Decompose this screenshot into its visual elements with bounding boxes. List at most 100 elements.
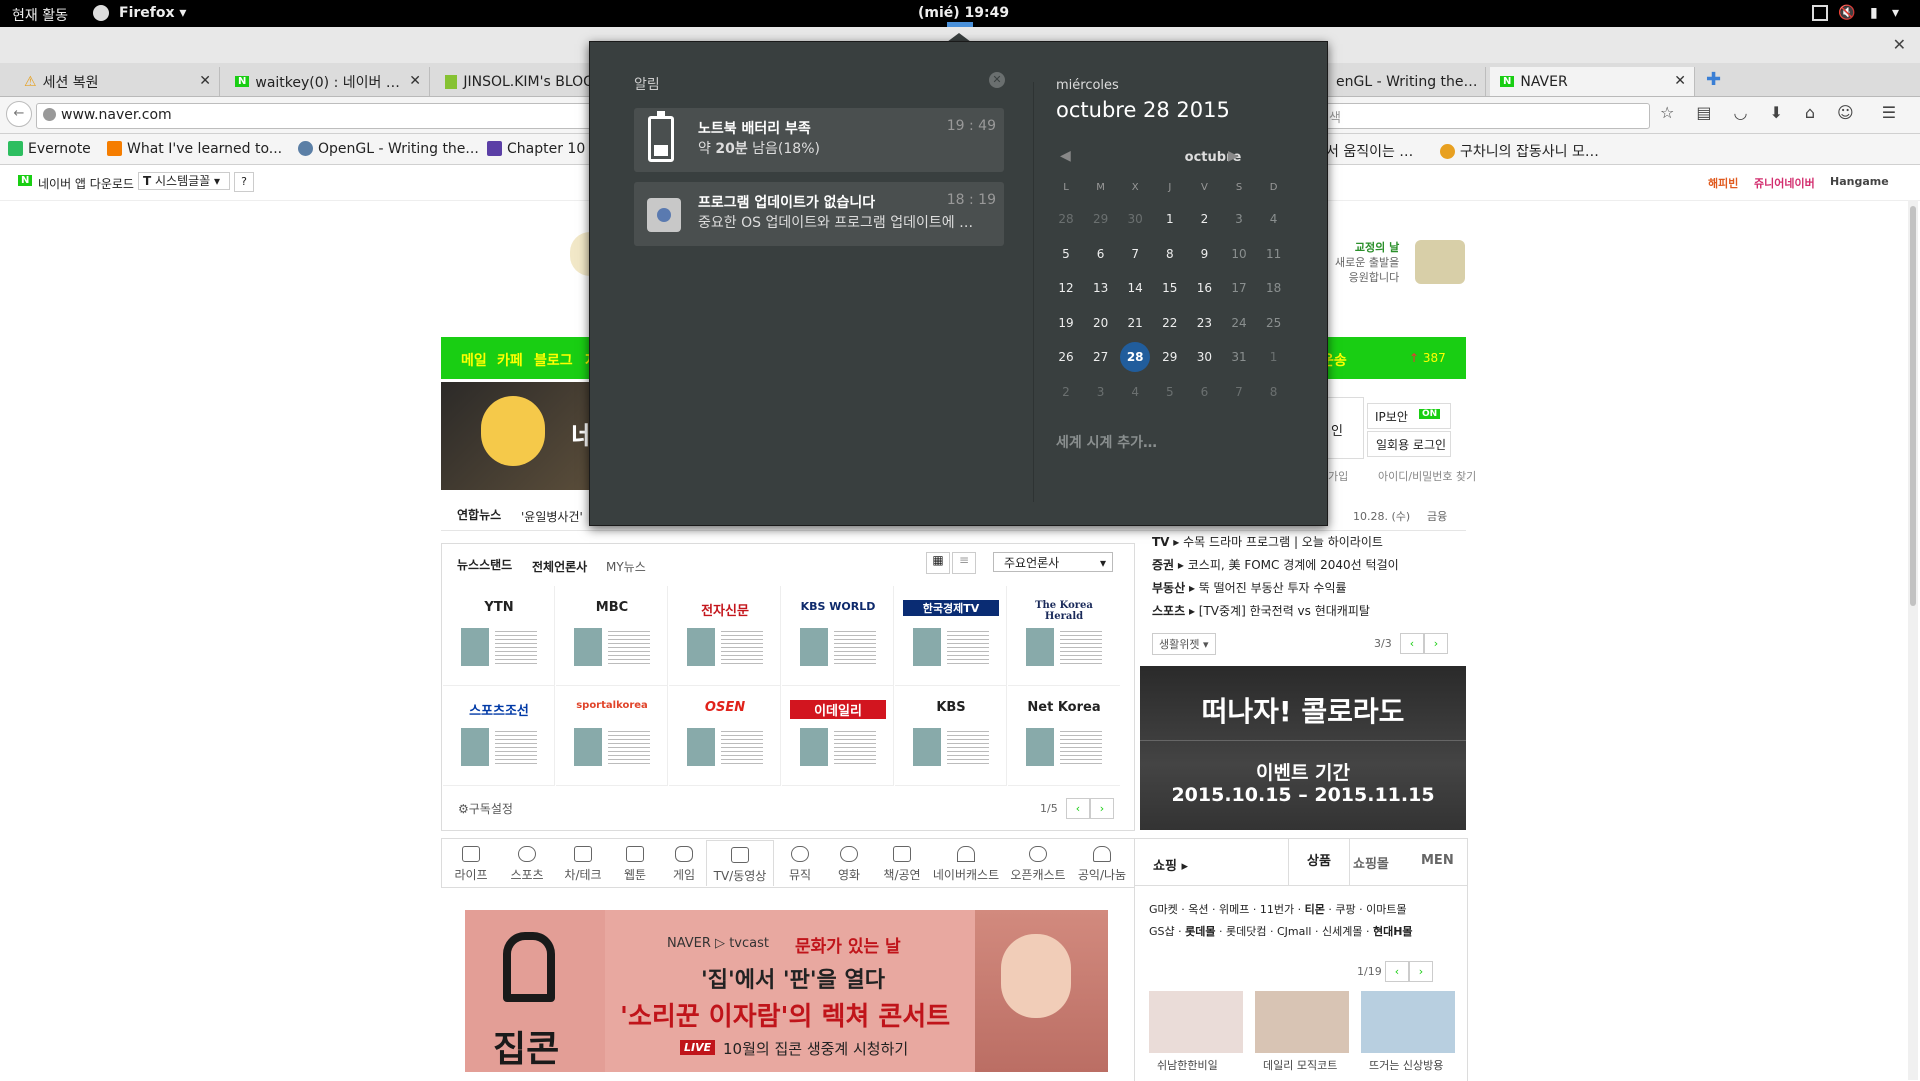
yonhap-label[interactable]: 연합뉴스 [457,506,501,523]
product-title[interactable]: 쉬남한한비일 [1157,1057,1218,1073]
press-logo-wowtv[interactable]: 한국경제TV [895,586,1007,686]
search-input[interactable]: 색 [1329,107,1341,126]
system-menu-chevron-icon[interactable]: ▾ [1892,5,1899,21]
category-music[interactable]: 뮤직 [774,846,826,883]
shop-link[interactable]: 롯데닷컴 [1226,925,1266,938]
tab-close-icon[interactable]: ✕ [199,73,211,89]
category-tv-video[interactable]: TV/동영상 [706,840,774,886]
calendar-day[interactable]: 5 [1051,239,1081,269]
calendar-day[interactable]: 29 [1086,204,1116,234]
category-game[interactable]: 게임 [658,846,710,883]
shop-link[interactable]: 이마트몰 [1366,903,1406,916]
calendar-day[interactable]: 8 [1259,377,1289,407]
close-window-icon[interactable]: ✕ [1893,35,1906,54]
calendar-day[interactable]: 10 [1224,239,1254,269]
activities-button[interactable]: 현재 활동 [12,5,68,25]
pocket-icon[interactable]: ◡ [1733,103,1747,127]
next-arrow-icon[interactable]: › [1409,961,1433,982]
join-link[interactable]: 가입 [1328,468,1348,484]
calendar-day[interactable]: 20 [1086,308,1116,338]
calendar-day[interactable]: 18 [1259,273,1289,303]
calendar-day[interactable]: 8 [1155,239,1185,269]
battery-icon[interactable]: ▮ [1870,5,1878,21]
hamburger-menu-icon[interactable]: ☰ [1882,103,1896,127]
bookmark-chapter10[interactable]: Chapter 10 - [487,141,595,157]
calendar-day[interactable]: 13 [1086,273,1116,303]
scrollbar-thumb[interactable] [1910,206,1916,606]
calendar-day[interactable]: 15 [1155,273,1185,303]
bookmark-moving[interactable]: 서 움직이는 … [1326,141,1413,161]
press-logo-mbc[interactable]: MBC [556,586,668,686]
calendar-day[interactable]: 27 [1086,342,1116,372]
tab-close-icon[interactable]: ✕ [409,73,421,89]
page-scrollbar[interactable] [1908,200,1918,1080]
list-view-icon[interactable]: ≡ [952,552,976,574]
press-logo-kbs[interactable]: KBS [895,686,1007,786]
shop-link[interactable]: 신세계몰 [1322,925,1362,938]
calendar-day[interactable]: 2 [1051,377,1081,407]
calendar-day[interactable]: 4 [1120,377,1150,407]
calendar-day[interactable]: 22 [1155,308,1185,338]
calendar-day[interactable]: 30 [1120,204,1150,234]
category-sports[interactable]: 스포츠 [501,846,553,883]
prev-month-icon[interactable]: ◀ [1060,148,1071,164]
press-logo-osen[interactable]: OSEN [669,686,781,786]
menu-cafe[interactable]: 카페 [497,350,523,370]
tab-all-press[interactable]: 전체언론사 [532,558,587,575]
calendar-day[interactable]: 26 [1051,342,1081,372]
tab-jinsol-blog[interactable]: JINSOL.KIM's BLOG [435,67,595,96]
product-thumbnail[interactable] [1255,991,1349,1053]
life-widget-button[interactable]: 생활위젯 ▾ [1152,633,1216,655]
calendar-day[interactable]: 7 [1120,239,1150,269]
category-books[interactable]: 책/공연 [874,846,930,883]
tab-malls[interactable]: 쇼핑몰 [1353,853,1389,872]
bookmark-star-icon[interactable]: ☆ [1660,103,1674,127]
tab-men[interactable]: MEN [1421,853,1454,868]
bookmark-guchani[interactable]: 구차니의 잡동사니 모… [1440,141,1599,161]
home-icon[interactable]: ⌂ [1805,103,1815,127]
next-month-icon[interactable]: ▶ [1228,148,1239,164]
font-select[interactable]: T 시스템글꼴 ▾ [138,172,230,190]
notification-updates[interactable]: 프로그램 업데이트가 없습니다 중요한 OS 업데이트와 프로그램 업데이트에 … [634,182,1004,246]
shop-link[interactable]: 위메프 [1219,903,1249,916]
calendar-day[interactable]: 25 [1259,308,1289,338]
press-logo-sportschosun[interactable]: 스포츠조선 [443,686,555,786]
calendar-day[interactable]: 3 [1086,377,1116,407]
menu-mail[interactable]: 메일 [461,350,487,370]
calendar-day[interactable]: 14 [1120,273,1150,303]
prev-arrow-icon[interactable]: ‹ [1400,633,1424,654]
category-public-good[interactable]: 공익/나눔 [1074,846,1130,883]
shop-link[interactable]: CJmall [1277,925,1312,938]
calendar-day[interactable]: 30 [1189,342,1219,372]
product-title[interactable]: 데일리 모직코트 [1263,1057,1337,1073]
calendar-day[interactable]: 16 [1189,273,1219,303]
app-download-link[interactable]: 네이버 앱 다운로드 [38,175,134,192]
calendar-day[interactable]: 29 [1155,342,1185,372]
shop-link[interactable]: 현대H몰 [1373,925,1413,938]
press-logo-ytn[interactable]: YTN [443,586,555,686]
calendar-day[interactable]: 12 [1051,273,1081,303]
bookmark-blogger[interactable]: What I've learned to... [107,141,282,157]
otp-login-button[interactable]: 일회용 로그인 [1367,431,1451,457]
login-button[interactable]: 인 [1326,397,1364,459]
help-button[interactable]: ? [234,172,254,192]
tab-session-restore[interactable]: ⚠ 세션 복원 ✕ [14,67,220,96]
category-navercast[interactable]: 네이버캐스트 [932,846,1000,883]
calendar-day[interactable]: 6 [1086,239,1116,269]
calendar-day[interactable]: 3 [1224,204,1254,234]
calendar-day[interactable]: 31 [1224,342,1254,372]
calendar-day[interactable]: 19 [1051,308,1081,338]
calendar-day[interactable]: 9 [1189,239,1219,269]
find-account-link[interactable]: 아이디/비밀번호 찾기 [1378,468,1476,484]
calendar-day[interactable]: 1 [1259,342,1289,372]
volume-muted-icon[interactable]: 🔇 [1838,5,1855,21]
happybean-link[interactable]: 해피빈 [1708,175,1738,191]
junior-naver-link[interactable]: 쥬니어네이버 [1754,175,1815,191]
category-webtoon[interactable]: 웹툰 [609,846,661,883]
tab-waitkey[interactable]: N waitkey(0) : 네이버 … ✕ [225,67,430,96]
calendar-day[interactable]: 23 [1189,308,1219,338]
menu-blog[interactable]: 블로그 [534,350,573,370]
calendar-day[interactable]: 24 [1224,308,1254,338]
calendar-day[interactable]: 6 [1189,377,1219,407]
prev-arrow-icon[interactable]: ‹ [1066,798,1090,819]
